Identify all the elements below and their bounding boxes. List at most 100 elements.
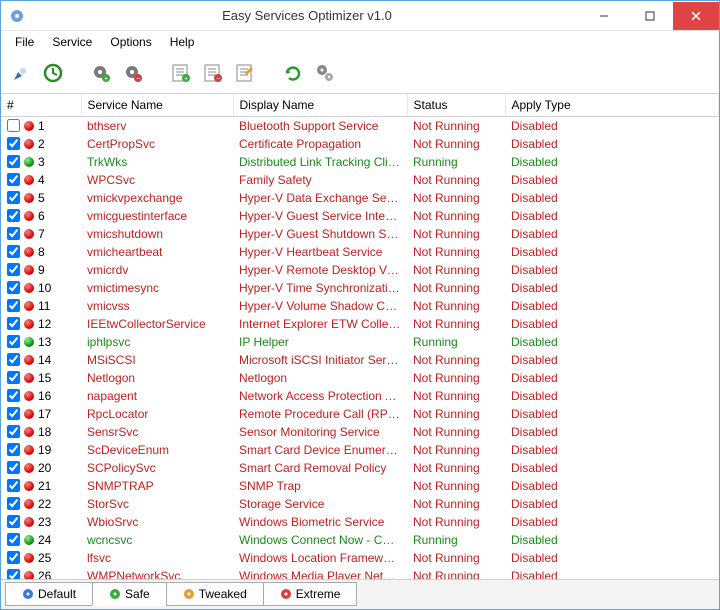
row-index: 26 bbox=[38, 569, 54, 580]
table-row[interactable]: 26WMPNetworkSvcWindows Media Player Netw… bbox=[1, 567, 719, 580]
status-dot-icon bbox=[24, 247, 34, 257]
table-row[interactable]: 7vmicshutdownHyper-V Guest Shutdown Serv… bbox=[1, 225, 719, 243]
row-checkbox[interactable] bbox=[7, 551, 20, 564]
tab-extreme[interactable]: Extreme bbox=[263, 582, 358, 606]
cell-display-name: Family Safety bbox=[233, 171, 407, 189]
col-header-apply-type[interactable]: Apply Type bbox=[505, 94, 719, 117]
row-checkbox[interactable] bbox=[7, 335, 20, 348]
close-button[interactable] bbox=[673, 2, 719, 30]
menu-help[interactable]: Help bbox=[162, 33, 203, 51]
tool-rocket-icon[interactable] bbox=[7, 59, 35, 87]
row-checkbox[interactable] bbox=[7, 281, 20, 294]
row-checkbox[interactable] bbox=[7, 137, 20, 150]
cell-service-name: vmicvss bbox=[81, 297, 233, 315]
tab-tweaked[interactable]: Tweaked bbox=[166, 582, 264, 606]
row-checkbox[interactable] bbox=[7, 173, 20, 186]
row-checkbox[interactable] bbox=[7, 569, 20, 579]
menu-service[interactable]: Service bbox=[44, 33, 100, 51]
table-row[interactable]: 21SNMPTRAPSNMP TrapNot RunningDisabled bbox=[1, 477, 719, 495]
col-header-num[interactable]: # bbox=[1, 94, 81, 117]
table-row[interactable]: 8vmicheartbeatHyper-V Heartbeat ServiceN… bbox=[1, 243, 719, 261]
row-checkbox[interactable] bbox=[7, 263, 20, 276]
status-dot-icon bbox=[24, 463, 34, 473]
table-row[interactable]: 11vmicvssHyper-V Volume Shadow Copy ...N… bbox=[1, 297, 719, 315]
row-index: 14 bbox=[38, 353, 54, 367]
row-checkbox[interactable] bbox=[7, 191, 20, 204]
row-index: 1 bbox=[38, 119, 54, 133]
row-checkbox[interactable] bbox=[7, 389, 20, 402]
table-row[interactable]: 1bthservBluetooth Support ServiceNot Run… bbox=[1, 117, 719, 135]
row-checkbox[interactable] bbox=[7, 371, 20, 384]
tool-gear-remove-icon[interactable]: − bbox=[119, 59, 147, 87]
table-row[interactable]: 10vmictimesyncHyper-V Time Synchronizati… bbox=[1, 279, 719, 297]
col-header-display-name[interactable]: Display Name bbox=[233, 94, 407, 117]
tool-restore-icon[interactable] bbox=[39, 59, 67, 87]
tool-list-remove-icon[interactable]: − bbox=[199, 59, 227, 87]
table-row[interactable]: 2CertPropSvcCertificate PropagationNot R… bbox=[1, 135, 719, 153]
table-row[interactable]: 19ScDeviceEnumSmart Card Device Enumerat… bbox=[1, 441, 719, 459]
table-row[interactable]: 22StorSvcStorage ServiceNot RunningDisab… bbox=[1, 495, 719, 513]
status-dot-icon bbox=[24, 427, 34, 437]
cell-service-name: SCPolicySvc bbox=[81, 459, 233, 477]
table-row[interactable]: 3TrkWksDistributed Link Tracking ClientR… bbox=[1, 153, 719, 171]
table-row[interactable]: 17RpcLocatorRemote Procedure Call (RPC) … bbox=[1, 405, 719, 423]
tab-safe[interactable]: Safe bbox=[92, 582, 167, 606]
tool-list-add-icon[interactable]: + bbox=[167, 59, 195, 87]
row-checkbox[interactable] bbox=[7, 407, 20, 420]
table-row[interactable]: 12IEEtwCollectorServiceInternet Explorer… bbox=[1, 315, 719, 333]
row-index: 4 bbox=[38, 173, 54, 187]
row-checkbox[interactable] bbox=[7, 209, 20, 222]
table-row[interactable]: 15NetlogonNetlogonNot RunningDisabled bbox=[1, 369, 719, 387]
tool-gear-add-icon[interactable]: + bbox=[87, 59, 115, 87]
menu-options[interactable]: Options bbox=[102, 33, 159, 51]
table-row[interactable]: 13iphlpsvcIP HelperRunningDisabled bbox=[1, 333, 719, 351]
cell-display-name: Windows Biometric Service bbox=[233, 513, 407, 531]
row-checkbox[interactable] bbox=[7, 443, 20, 456]
row-index: 12 bbox=[38, 317, 54, 331]
row-index: 3 bbox=[38, 155, 54, 169]
status-dot-icon bbox=[24, 445, 34, 455]
menu-file[interactable]: File bbox=[7, 33, 42, 51]
cell-display-name: Microsoft iSCSI Initiator Service bbox=[233, 351, 407, 369]
table-row[interactable]: 9vmicrdvHyper-V Remote Desktop Virtu...N… bbox=[1, 261, 719, 279]
tool-list-edit-icon[interactable] bbox=[231, 59, 259, 87]
row-checkbox[interactable] bbox=[7, 497, 20, 510]
table-row[interactable]: 23WbioSrvcWindows Biometric ServiceNot R… bbox=[1, 513, 719, 531]
row-checkbox[interactable] bbox=[7, 245, 20, 258]
table-row[interactable]: 16napagentNetwork Access Protection Agen… bbox=[1, 387, 719, 405]
col-header-status[interactable]: Status bbox=[407, 94, 505, 117]
row-checkbox[interactable] bbox=[7, 227, 20, 240]
row-checkbox[interactable] bbox=[7, 155, 20, 168]
row-checkbox[interactable] bbox=[7, 533, 20, 546]
col-header-service-name[interactable]: Service Name bbox=[81, 94, 233, 117]
table-row[interactable]: 14MSiSCSIMicrosoft iSCSI Initiator Servi… bbox=[1, 351, 719, 369]
row-checkbox[interactable] bbox=[7, 353, 20, 366]
row-checkbox[interactable] bbox=[7, 461, 20, 474]
row-index: 13 bbox=[38, 335, 54, 349]
row-checkbox[interactable] bbox=[7, 479, 20, 492]
table-row[interactable]: 5vmickvpexchangeHyper-V Data Exchange Se… bbox=[1, 189, 719, 207]
status-dot-icon bbox=[24, 175, 34, 185]
row-index: 25 bbox=[38, 551, 54, 565]
table-row[interactable]: 20SCPolicySvcSmart Card Removal PolicyNo… bbox=[1, 459, 719, 477]
tool-settings-icon[interactable] bbox=[311, 59, 339, 87]
table-row[interactable]: 4WPCSvcFamily SafetyNot RunningDisabled bbox=[1, 171, 719, 189]
row-checkbox[interactable] bbox=[7, 425, 20, 438]
row-checkbox[interactable] bbox=[7, 119, 20, 132]
row-checkbox[interactable] bbox=[7, 317, 20, 330]
table-row[interactable]: 24wcncsvcWindows Connect Now - Config...… bbox=[1, 531, 719, 549]
tool-refresh-icon[interactable] bbox=[279, 59, 307, 87]
table-row[interactable]: 6vmicguestinterfaceHyper-V Guest Service… bbox=[1, 207, 719, 225]
minimize-button[interactable] bbox=[581, 2, 627, 30]
row-checkbox[interactable] bbox=[7, 515, 20, 528]
row-checkbox[interactable] bbox=[7, 299, 20, 312]
maximize-button[interactable] bbox=[627, 2, 673, 30]
table-row[interactable]: 18SensrSvcSensor Monitoring ServiceNot R… bbox=[1, 423, 719, 441]
row-index: 16 bbox=[38, 389, 54, 403]
cell-service-name: IEEtwCollectorService bbox=[81, 315, 233, 333]
table-row[interactable]: 25lfsvcWindows Location Framework S...No… bbox=[1, 549, 719, 567]
cell-apply-type: Disabled bbox=[505, 225, 719, 243]
tab-default[interactable]: Default bbox=[5, 582, 93, 606]
gear-icon bbox=[183, 588, 195, 600]
services-table-wrap[interactable]: # Service Name Display Name Status Apply… bbox=[1, 93, 719, 579]
